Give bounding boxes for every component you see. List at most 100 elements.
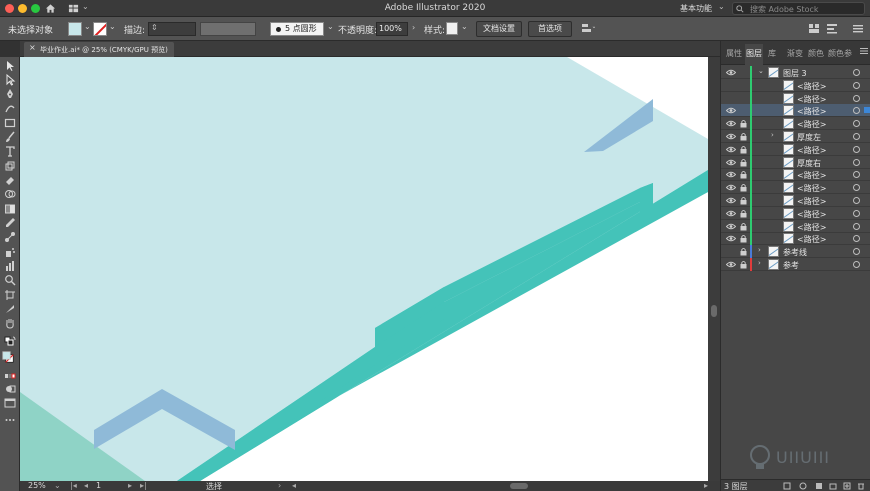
target-circle-icon[interactable] (853, 120, 860, 128)
scroll-right-icon[interactable]: ▸ (704, 481, 708, 490)
rotate-tool-icon[interactable] (4, 160, 16, 172)
locate-object-icon[interactable] (799, 482, 807, 490)
sublayer-row[interactable]: <路径> (721, 104, 870, 118)
visibility-eye-icon[interactable] (726, 133, 736, 140)
trash-icon[interactable] (857, 482, 865, 490)
hand-tool-icon[interactable] (4, 317, 16, 329)
pen-tool-icon[interactable] (4, 88, 16, 100)
lock-icon[interactable] (740, 222, 747, 231)
chevron-down-icon[interactable]: ⌄ (718, 2, 725, 11)
chevron-right-icon[interactable]: › (771, 131, 774, 139)
visibility-eye-icon[interactable] (726, 235, 736, 242)
next-artboard-icon[interactable]: ▸ (128, 481, 132, 490)
tab-color[interactable]: 颜色 (808, 48, 824, 59)
chevron-right-icon[interactable]: › (278, 481, 281, 490)
layer-name[interactable]: <路径> (797, 234, 826, 245)
tab-properties[interactable]: 属性 (726, 48, 742, 59)
zoom-tool-icon[interactable] (4, 274, 16, 286)
lock-icon[interactable] (740, 196, 747, 205)
chevron-down-icon[interactable]: ⌄ (758, 67, 764, 75)
lock-icon[interactable] (740, 170, 747, 179)
gradient-tool-icon[interactable] (4, 203, 16, 215)
opacity-input[interactable]: 100% (376, 22, 408, 36)
target-circle-icon[interactable] (853, 69, 860, 76)
eraser-tool-icon[interactable] (4, 174, 16, 186)
sublayer-row[interactable]: 厚度右 (721, 155, 870, 169)
selection-indicator[interactable] (864, 107, 870, 114)
lock-icon[interactable] (740, 247, 747, 256)
direct-selection-tool-icon[interactable] (4, 74, 16, 86)
column-graph-tool-icon[interactable] (4, 260, 16, 272)
visibility-eye-icon[interactable] (726, 159, 736, 166)
vertical-scrollbar[interactable] (708, 57, 720, 481)
draw-mode-icon[interactable] (4, 383, 16, 395)
tab-color-guide[interactable]: 颜色参 (828, 48, 852, 59)
layer-name[interactable]: <路径> (797, 106, 826, 117)
document-setup-button[interactable]: 文档设置 (476, 21, 522, 37)
layer-row[interactable]: ⌄ 图层 3 (721, 66, 870, 79)
chevron-down-icon[interactable]: ⌄ (109, 22, 116, 31)
scroll-left-icon[interactable]: ◂ (292, 481, 296, 490)
visibility-eye-icon[interactable] (726, 184, 736, 191)
align-icon[interactable]: ⌄ (581, 23, 595, 34)
visibility-eye-icon[interactable] (726, 69, 736, 76)
layer-name[interactable]: <路径> (797, 94, 826, 105)
sublayer-row[interactable]: <路径> (721, 168, 870, 182)
target-circle-icon[interactable] (853, 133, 860, 140)
sublayer-row[interactable]: <路径> (721, 117, 870, 131)
stroke-weight-field[interactable]: ⇕ (148, 22, 196, 36)
close-icon[interactable]: × (29, 43, 36, 52)
artboard-canvas[interactable] (20, 57, 708, 481)
layer-name[interactable]: <路径> (797, 170, 826, 181)
lock-icon[interactable] (740, 158, 747, 167)
rectangle-tool-icon[interactable] (4, 117, 16, 129)
layer-row[interactable]: › 参考 (721, 258, 870, 271)
layer-name[interactable]: 厚度左 (797, 132, 821, 143)
graphic-style-swatch[interactable] (446, 22, 458, 35)
layer-name[interactable]: 参考 (783, 260, 799, 271)
layer-name[interactable]: <路径> (797, 119, 826, 130)
visibility-eye-icon[interactable] (726, 120, 736, 127)
stroke-label[interactable]: 描边: (124, 23, 145, 36)
fill-swatch[interactable] (68, 22, 82, 36)
menu-icon[interactable] (852, 23, 864, 34)
preferences-button[interactable]: 首选项 (528, 21, 572, 37)
layer-name[interactable]: <路径> (797, 222, 826, 233)
horizontal-scrollbar-thumb[interactable] (510, 483, 528, 489)
lock-icon[interactable] (740, 145, 747, 154)
lock-icon[interactable] (740, 234, 747, 243)
layer-name[interactable]: 厚度右 (797, 158, 821, 169)
target-circle-icon[interactable] (853, 81, 860, 89)
target-circle-icon[interactable] (853, 145, 860, 153)
variable-width-profile[interactable] (200, 22, 256, 36)
layer-name[interactable]: <路径> (797, 145, 826, 156)
target-circle-icon[interactable] (853, 107, 860, 115)
chevron-down-icon[interactable]: ⌄ (84, 22, 91, 31)
layer-name[interactable]: <路径> (797, 183, 826, 194)
sublayer-row[interactable]: <路径> (721, 232, 870, 246)
sublayer-row[interactable]: <路径> (721, 181, 870, 195)
target-circle-icon[interactable] (853, 209, 860, 217)
visibility-eye-icon[interactable] (726, 210, 736, 217)
first-artboard-icon[interactable]: |◂ (70, 481, 77, 490)
paintbrush-tool-icon[interactable] (4, 131, 16, 143)
chevron-right-icon[interactable]: › (758, 246, 761, 254)
stroke-swatch[interactable] (93, 22, 107, 36)
target-circle-icon[interactable] (853, 94, 860, 102)
tab-layers[interactable]: 图层 (746, 48, 762, 59)
layer-name[interactable]: <路径> (797, 81, 826, 92)
previous-artboard-icon[interactable]: ◂ (84, 481, 88, 490)
sublayer-row[interactable]: <路径> (721, 219, 870, 233)
type-tool-icon[interactable] (4, 145, 16, 157)
target-circle-icon[interactable] (853, 158, 860, 166)
opacity-label[interactable]: 不透明度: (338, 23, 377, 36)
workspace-switcher[interactable]: 基本功能 (680, 3, 712, 14)
visibility-eye-icon[interactable] (726, 197, 736, 204)
tab-libraries[interactable]: 库 (768, 48, 776, 59)
blend-tool-icon[interactable] (4, 231, 16, 243)
current-tool-status[interactable]: 选择 (206, 481, 222, 491)
tab-gradient[interactable]: 渐变 (787, 48, 803, 59)
lock-icon[interactable] (740, 132, 747, 141)
sublayer-row[interactable]: <路径> (721, 78, 870, 92)
layer-name[interactable]: 图层 3 (783, 68, 807, 79)
